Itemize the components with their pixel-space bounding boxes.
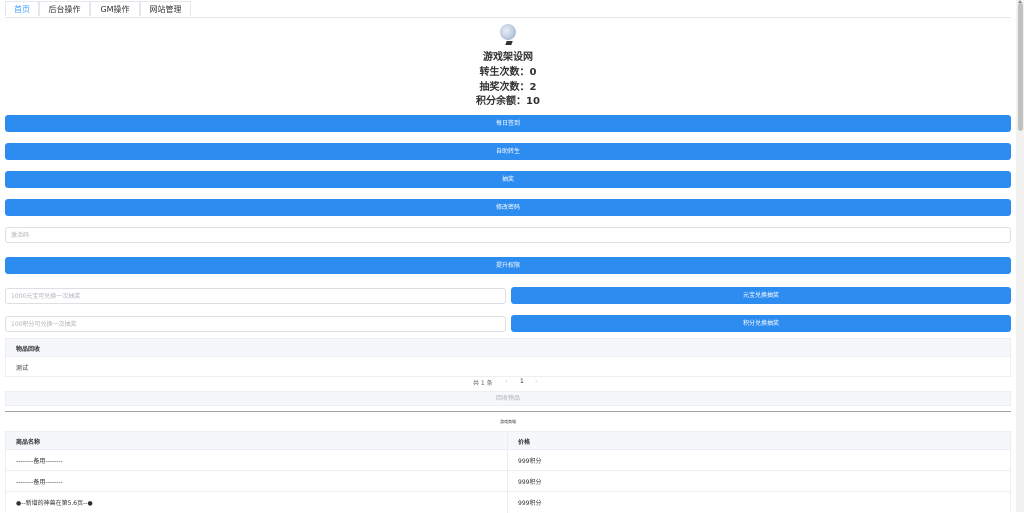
points-exchange-button[interactable]: 积分兑换抽奖 [511,315,1011,332]
yuanbao-exchange-input[interactable] [5,288,506,304]
shop-col-name: 商品名称 [16,439,41,446]
shop-table: 商品名称 价格 --------备用-------- 999积分 -------… [5,431,1011,513]
auto-rebirth-button[interactable]: 自助转生 [5,143,1011,160]
shop-col-price: 价格 [518,439,531,446]
pagination-total: 共 1 条 [473,380,493,387]
upgrade-permission-button[interactable]: 提升权限 [5,257,1011,274]
avatar-decoration [505,41,513,45]
recycle-table-header: 物品回收 [16,346,41,353]
points-exchange-input[interactable] [5,316,506,332]
pagination-prev[interactable]: ‹ [505,378,507,385]
site-name: 游戏架设网 [483,52,533,63]
rebirth-count: 转生次数：0 [479,67,537,78]
tab-bar: 首页 后台操作 GM操作 网站管理 [5,0,1011,18]
recycle-item-row[interactable]: 测试 [16,363,28,372]
row-divider [6,356,1010,357]
tab-backend[interactable]: 后台操作 [39,1,90,16]
recycle-items-button[interactable]: 回收物品 [5,391,1011,406]
daily-checkin-button[interactable]: 每日签到 [5,115,1011,132]
recycle-table-header-row: 物品回收 [6,339,1010,356]
pagination-page[interactable]: 1 [520,378,524,385]
avatar [500,24,516,40]
scrollbar-thumb[interactable] [1018,3,1023,131]
recycle-table: 物品回收 测试 [5,338,1011,377]
change-password-button[interactable]: 修改密码 [5,199,1011,216]
shop-table-header-row: 商品名称 价格 [6,432,1010,449]
shop-item-name[interactable]: --------备用-------- [16,477,63,486]
shop-item-name[interactable]: ●--新增的神兽在第5.6页--● [16,498,93,507]
row-divider [6,470,1010,471]
row-divider [6,449,1010,450]
section-divider [5,411,1011,412]
lottery-count: 抽奖次数：2 [479,82,537,93]
tab-site-admin[interactable]: 网站管理 [140,1,191,16]
shop-title: 游戏商城 [500,419,516,424]
lottery-button[interactable]: 抽奖 [5,171,1011,188]
pagination-next[interactable]: › [535,378,537,385]
shop-item-name[interactable]: --------备用-------- [16,456,63,465]
shop-item-price: 999积分 [518,479,542,486]
yuanbao-exchange-button[interactable]: 元宝兑换抽奖 [511,287,1011,304]
row-divider [6,491,1010,492]
shop-item-price: 999积分 [518,458,542,465]
scrollbar[interactable] [1016,0,1024,512]
column-divider [507,432,508,513]
tab-home[interactable]: 首页 [5,1,39,16]
tab-gm[interactable]: GM操作 [90,1,140,16]
points-balance: 积分余额：10 [476,96,540,107]
activation-code-input[interactable] [5,227,1011,243]
shop-item-price: 999积分 [518,500,542,507]
